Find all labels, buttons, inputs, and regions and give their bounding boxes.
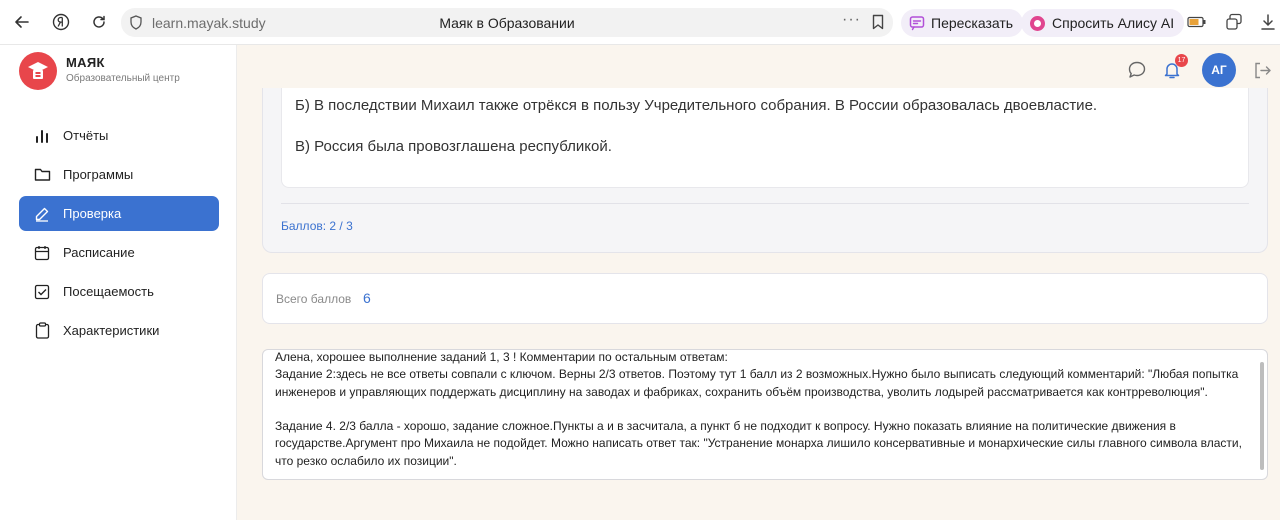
total-score-value: 6 — [363, 290, 371, 306]
sidebar-item-label: Отчёты — [63, 128, 109, 143]
clipboard-icon — [33, 322, 51, 340]
answer-option-b: Б) В последствии Михаил также отрёкся в … — [295, 97, 1098, 114]
sidebar-item-reports[interactable]: Отчёты — [19, 118, 219, 153]
sidebar-item-label: Расписание — [63, 245, 135, 260]
ask-alice-button[interactable]: Спросить Алису AI — [1021, 9, 1185, 37]
total-score-card — [262, 273, 1268, 324]
logout-icon[interactable] — [1252, 60, 1272, 80]
avatar[interactable]: АГ — [1202, 53, 1236, 87]
retell-label: Пересказать — [931, 15, 1014, 31]
brand-name: МАЯК — [66, 55, 105, 70]
sidebar-item-label: Программы — [63, 167, 134, 182]
sidebar-item-programs[interactable]: Программы — [19, 157, 219, 192]
sidebar-item-schedule[interactable]: Расписание — [19, 235, 219, 270]
reload-icon[interactable] — [86, 9, 112, 35]
pencil-icon — [33, 205, 51, 223]
download-icon[interactable] — [1258, 12, 1278, 32]
tabs-icon[interactable] — [1224, 12, 1244, 32]
retell-button[interactable]: Пересказать — [901, 9, 1024, 37]
folder-icon — [33, 166, 51, 184]
answer-option-v: В) Россия была провозглашена республикой… — [295, 138, 612, 155]
browser-toolbar: learn.mayak.study Маяк в Образовании ···… — [0, 0, 1280, 45]
logo-icon[interactable] — [19, 52, 57, 90]
comment-text: Алена, хорошее выполнение заданий 1, 3 !… — [275, 350, 1242, 468]
page-title: Маяк в Образовании — [439, 15, 575, 31]
bookmark-icon[interactable] — [871, 14, 885, 35]
total-score-label: Всего баллов — [276, 292, 352, 306]
battery-icon[interactable] — [1187, 12, 1207, 32]
comment-scrollbar[interactable] — [1260, 362, 1264, 470]
brand-subtitle: Образовательный центр — [66, 73, 180, 84]
comment-textarea[interactable]: Алена, хорошее выполнение заданий 1, 3 !… — [262, 349, 1268, 480]
sidebar-item-label: Характеристики — [63, 323, 160, 338]
sidebar-item-label: Посещаемость — [63, 284, 154, 299]
address-bar[interactable]: learn.mayak.study Маяк в Образовании ··· — [121, 8, 893, 37]
notification-badge: 17 — [1175, 54, 1188, 67]
more-icon[interactable]: ··· — [842, 11, 861, 29]
chat-icon[interactable] — [1127, 60, 1147, 80]
yandex-icon[interactable] — [48, 9, 74, 35]
retell-icon — [909, 15, 925, 31]
back-arrow-icon[interactable] — [9, 9, 35, 35]
task-score: Баллов: 2 / 3 — [281, 219, 353, 233]
bar-chart-icon — [33, 127, 51, 145]
sidebar-item-review[interactable]: Проверка — [19, 196, 219, 231]
checkbox-icon — [33, 283, 51, 301]
sidebar-item-label: Проверка — [63, 206, 122, 221]
divider — [281, 203, 1249, 204]
calendar-icon — [33, 244, 51, 262]
ask-alice-label: Спросить Алису AI — [1052, 15, 1175, 31]
sidebar-item-characteristics[interactable]: Характеристики — [19, 313, 219, 348]
alice-icon — [1029, 15, 1046, 32]
sidebar-item-attendance[interactable]: Посещаемость — [19, 274, 219, 309]
